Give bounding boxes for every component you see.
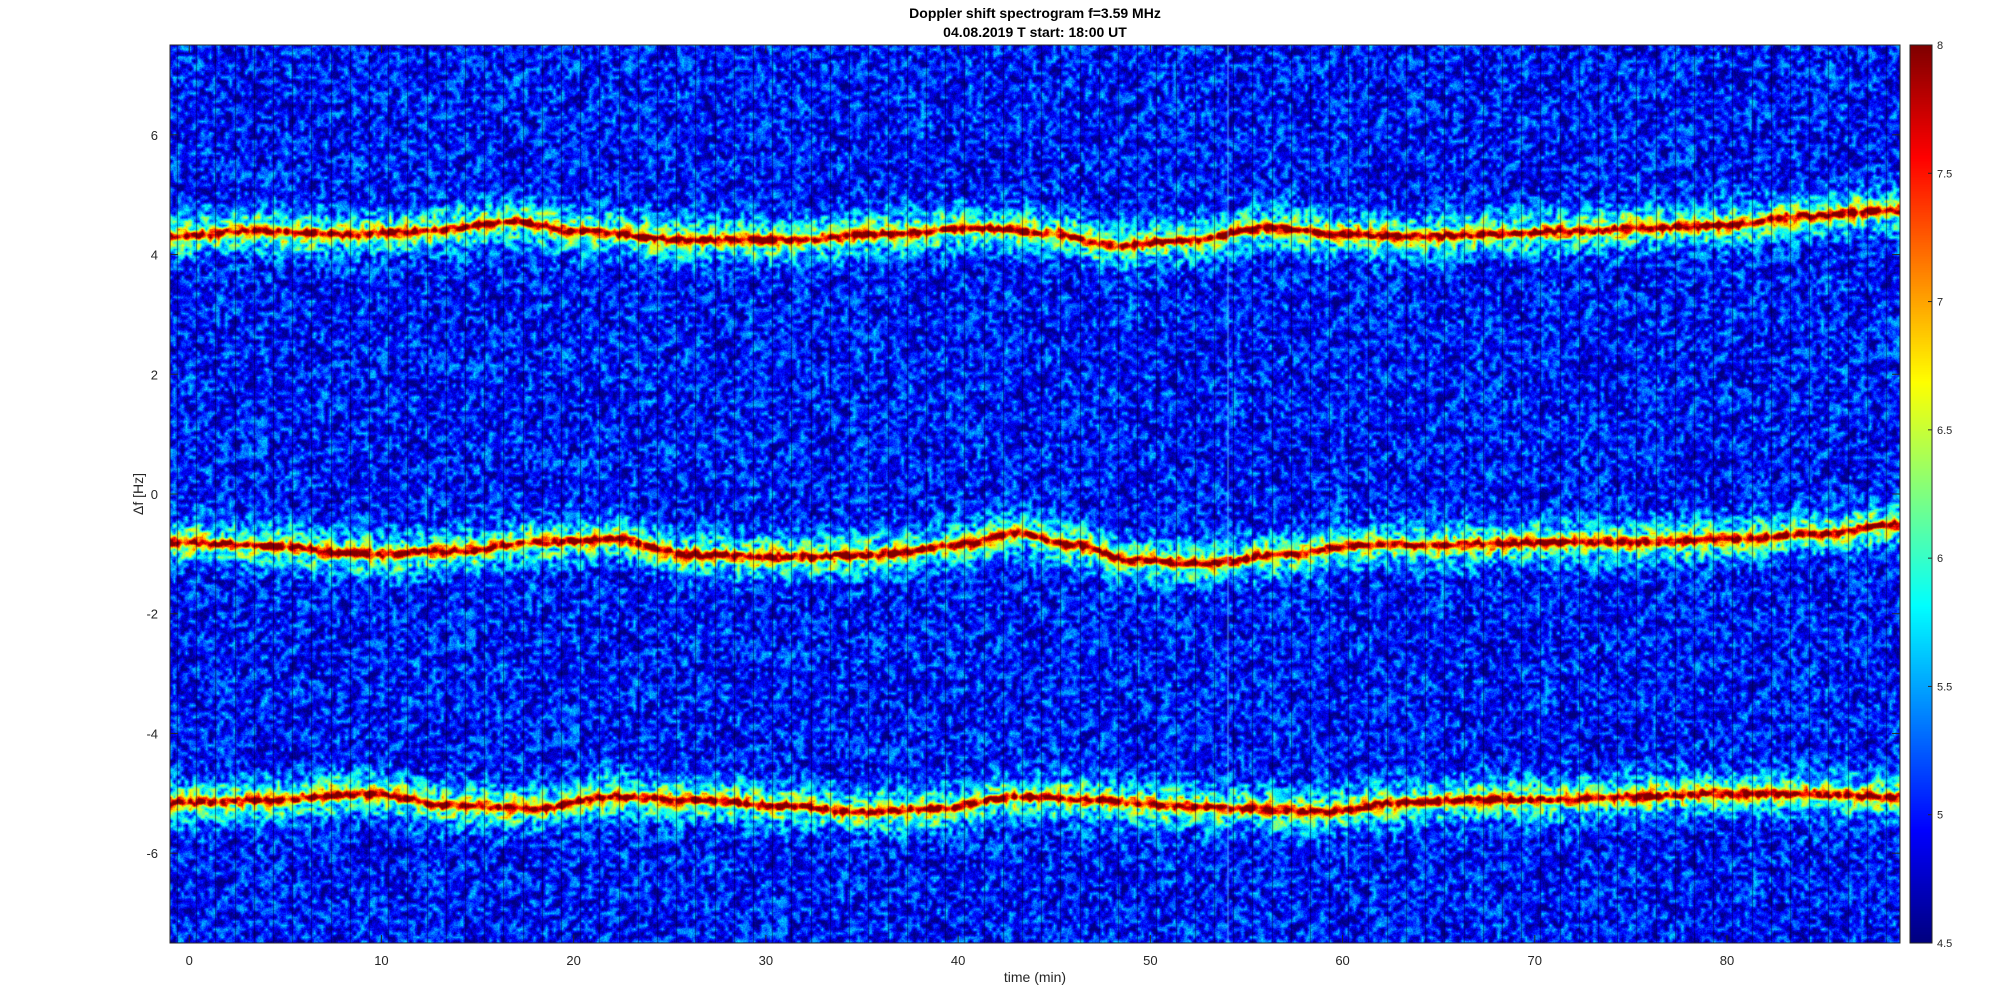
- y-tick-label: -2: [146, 607, 158, 622]
- x-tick-label: 50: [1143, 953, 1157, 968]
- colorbar-tick-label: 4.5: [1937, 938, 1952, 950]
- colorbar-gradient: [1910, 45, 1932, 943]
- chart-subtitle: 04.08.2019 T start: 18:00 UT: [943, 24, 1127, 40]
- colorbar-tick-label: 7.5: [1937, 168, 1952, 180]
- y-tick-label: 4: [151, 248, 158, 263]
- chart-title: Doppler shift spectrogram f=3.59 MHz: [909, 5, 1161, 21]
- y-tick-label: -6: [146, 846, 158, 861]
- colorbar-tick-label: 6: [1937, 553, 1943, 565]
- x-tick-label: 10: [374, 953, 388, 968]
- colorbar: 4.5 5 5.5 6 6.5 7 7.5 8: [1909, 40, 1952, 950]
- x-tick-label: 70: [1528, 953, 1542, 968]
- y-tick-label: 2: [151, 367, 158, 382]
- figure: Doppler shift spectrogram f=3.59 MHz 04.…: [130, 5, 1952, 985]
- x-tick-label: 80: [1720, 953, 1734, 968]
- x-tick-label: 0: [186, 953, 193, 968]
- x-tick-label: 30: [759, 953, 773, 968]
- x-tick-label: 60: [1335, 953, 1349, 968]
- x-tick-label: 20: [566, 953, 580, 968]
- colorbar-tick-label: 7: [1937, 297, 1943, 309]
- spectrogram-image: [170, 45, 1900, 943]
- y-tick-label: 0: [151, 487, 158, 502]
- colorbar-tick-label: 5.5: [1937, 681, 1952, 693]
- y-tick-label: -4: [146, 726, 158, 741]
- colorbar-tick-label: 5: [1937, 810, 1943, 822]
- colorbar-tick-label: 8: [1937, 40, 1943, 52]
- x-axis-label: time (min): [1004, 969, 1066, 985]
- x-tick-label: 40: [951, 953, 965, 968]
- y-axis-label: Δf [Hz]: [130, 473, 146, 515]
- colorbar-tick-label: 6.5: [1937, 425, 1952, 437]
- y-tick-label: 6: [151, 128, 158, 143]
- plot-area: [169, 44, 1901, 944]
